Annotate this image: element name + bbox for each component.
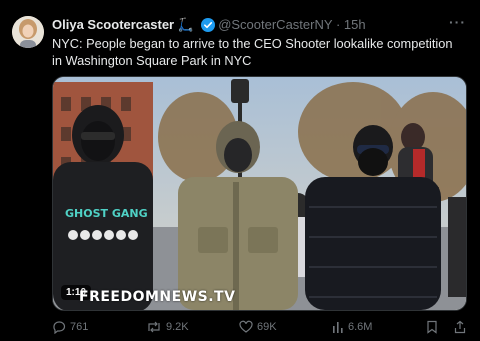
views-button[interactable]: 6.6M [332, 318, 372, 336]
tweet-header: Oliya Scootercaster 🛴 @ScooterCasterNY ·… [52, 16, 468, 34]
share-icon [454, 320, 466, 334]
more-icon[interactable]: ··· [449, 14, 466, 30]
tweet[interactable]: Oliya Scootercaster 🛴 @ScooterCasterNY ·… [0, 0, 480, 341]
video-player[interactable]: GHOST GANG 1:10 FREEDOMNEWS.TV [52, 76, 467, 311]
scooter-emoji: 🛴 [177, 17, 194, 32]
repost-count: 9.2K [166, 321, 189, 333]
video-watermark: FREEDOMNEWS.TV [79, 289, 236, 305]
views-chart-icon [332, 320, 344, 334]
reply-button[interactable]: 761 [52, 318, 88, 336]
bookmark-icon [426, 320, 438, 334]
repost-icon [146, 320, 162, 334]
heart-icon [239, 320, 253, 334]
views-count: 6.6M [348, 321, 373, 333]
like-count: 69K [257, 321, 277, 333]
author-handle[interactable]: @ScooterCasterNY [218, 17, 332, 32]
like-button[interactable]: 69K [239, 318, 277, 336]
reply-icon [52, 320, 66, 334]
tweet-text: NYC: People began to arrive to the CEO S… [52, 36, 453, 68]
avatar[interactable] [12, 16, 44, 48]
tweet-actions: 761 9.2K 69K 6.6M [52, 318, 472, 336]
separator-dot: · [335, 17, 341, 32]
author-name[interactable]: Oliya Scootercaster [52, 17, 174, 32]
repost-button[interactable]: 9.2K [146, 318, 189, 336]
reply-count: 761 [70, 321, 89, 333]
bookmark-button[interactable] [426, 318, 438, 336]
sweatshirt-print: GHOST GANG [65, 207, 148, 220]
timestamp[interactable]: 15h [344, 17, 366, 32]
share-button[interactable] [454, 318, 466, 336]
video-frame: GHOST GANG [53, 77, 466, 310]
